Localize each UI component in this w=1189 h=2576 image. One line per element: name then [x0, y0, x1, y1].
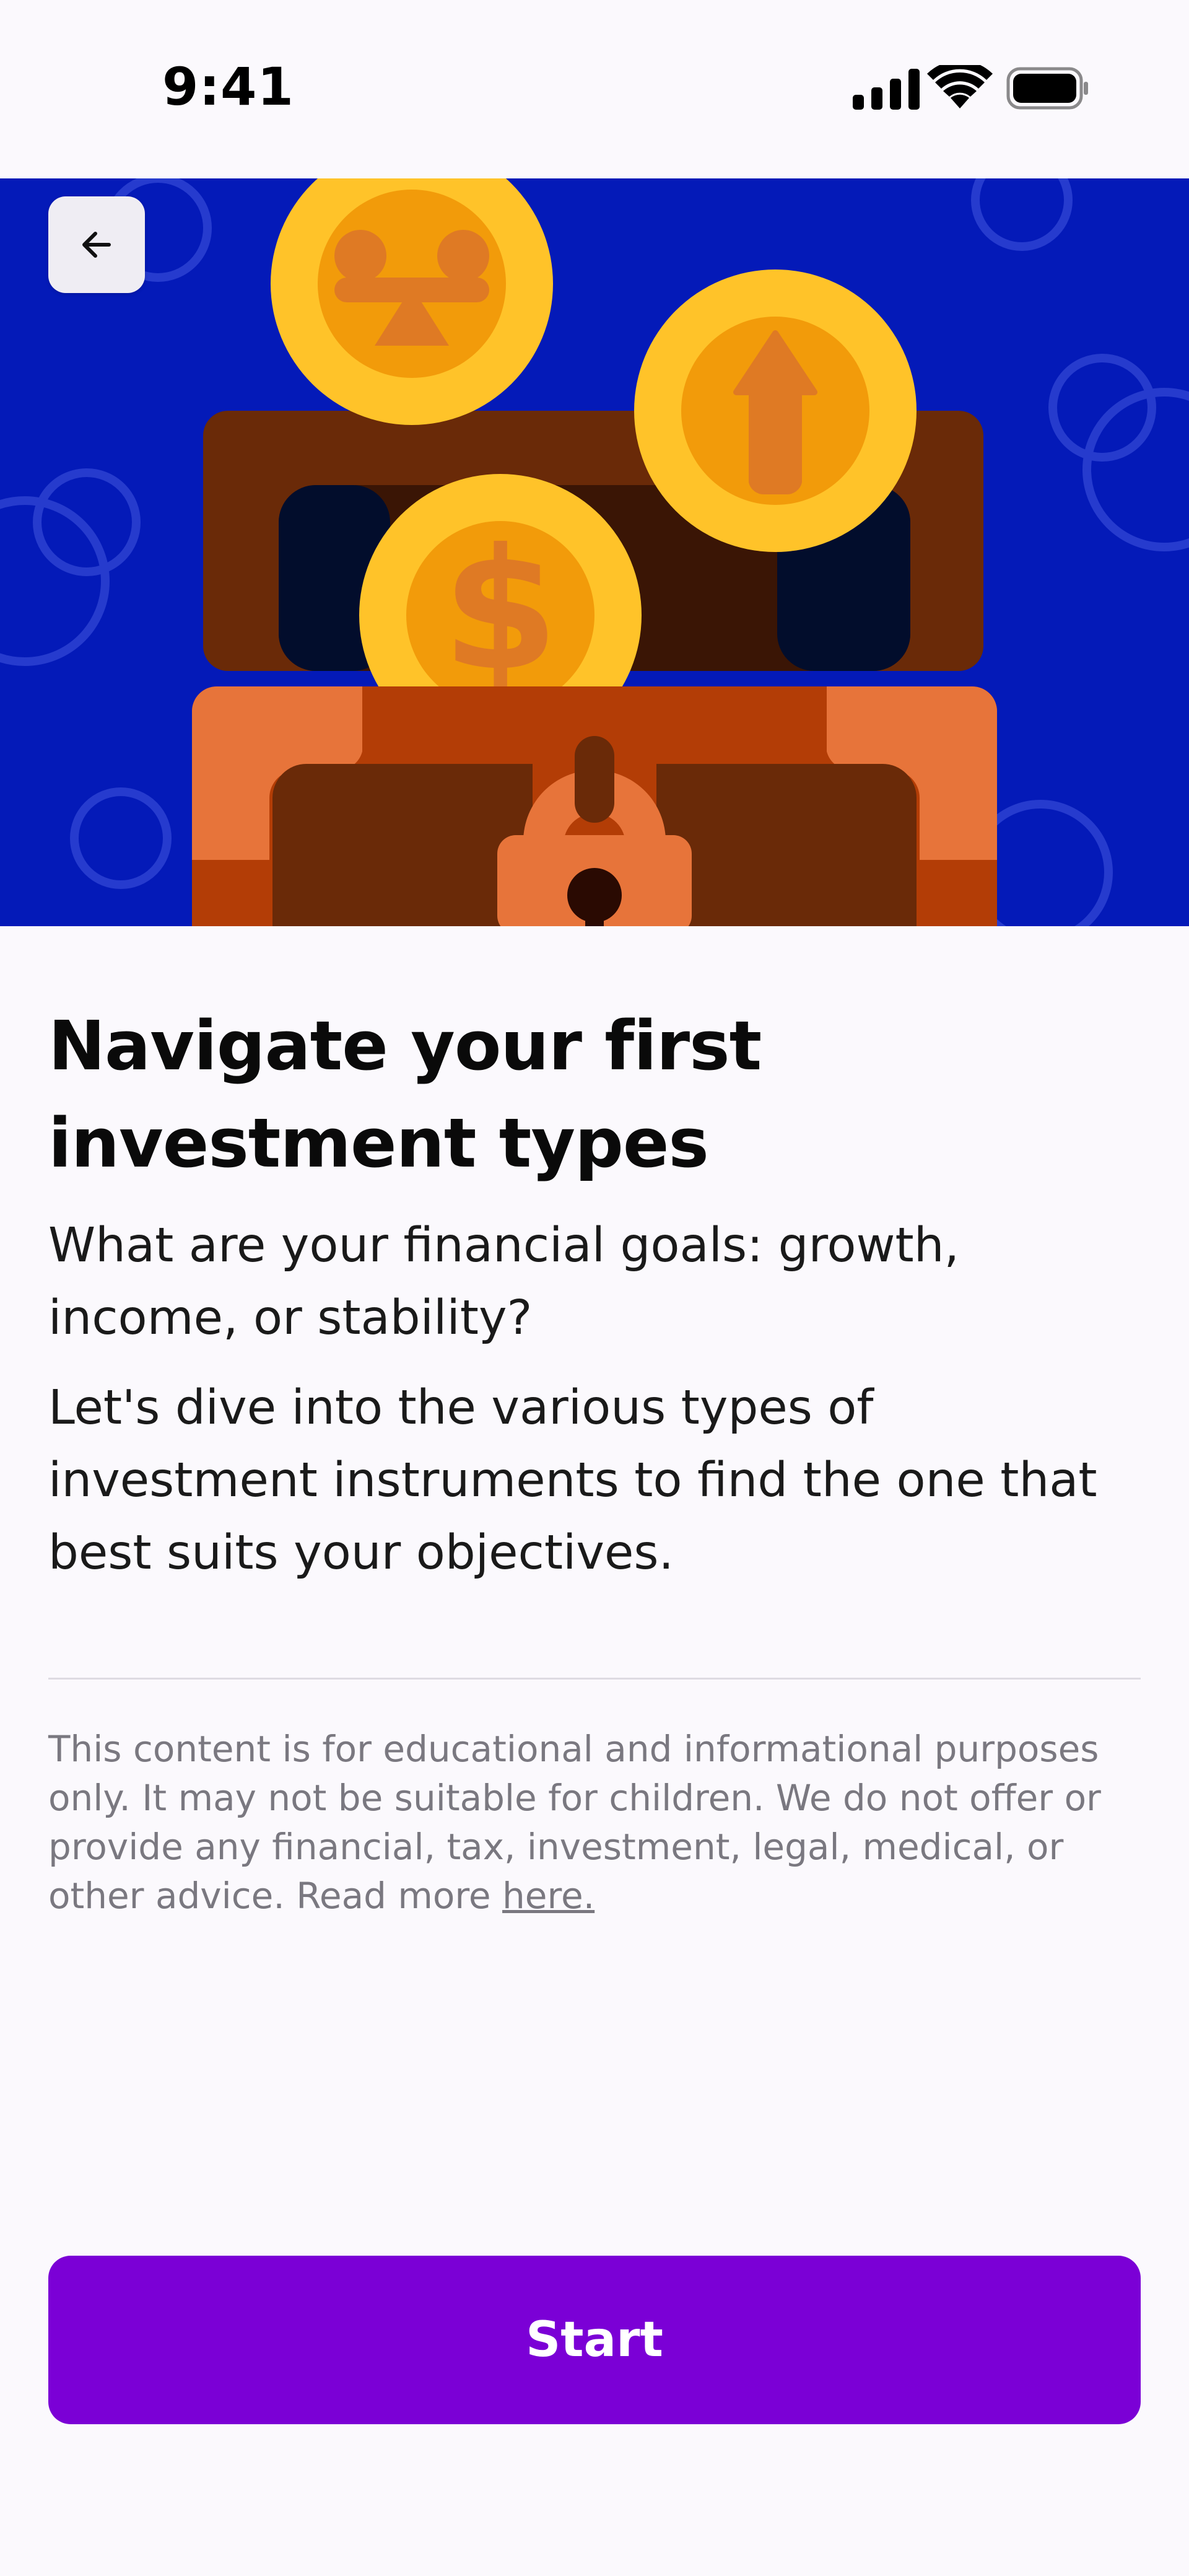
disclaimer: This content is for educational and info… [48, 1725, 1141, 1921]
cellular-signal-icon [853, 69, 920, 110]
battery-icon [1006, 67, 1088, 110]
main-content: Navigate your first investment types Wha… [48, 997, 1141, 1589]
read-more-link[interactable]: here. [502, 1875, 594, 1917]
page-description: Let's dive into the various types of inv… [48, 1380, 1097, 1580]
arrow-up-coin-icon [634, 269, 917, 552]
wifi-icon [927, 60, 993, 108]
start-button[interactable]: Start [48, 2256, 1141, 2424]
status-icons [851, 60, 1090, 112]
divider [48, 1678, 1141, 1680]
balance-coin-icon [271, 178, 553, 425]
status-time: 9:41 [162, 56, 294, 117]
page-title: Navigate your first investment types [48, 1006, 762, 1183]
svg-text:$: $ [442, 512, 559, 708]
arrow-left-icon [82, 232, 111, 258]
page-subtitle: What are your financial goals: growth, i… [48, 1218, 959, 1346]
hero-illustration: $ [0, 178, 1189, 926]
back-button[interactable] [48, 196, 145, 293]
status-bar: 9:41 [0, 0, 1189, 178]
